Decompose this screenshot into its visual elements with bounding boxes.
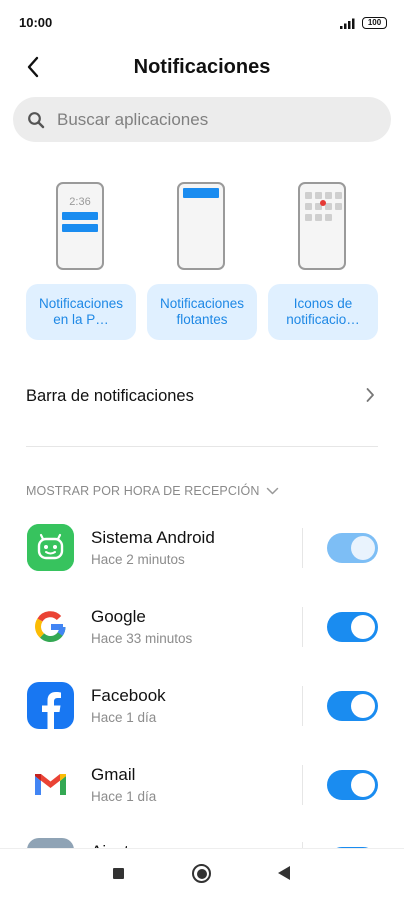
gmail-icon: [27, 761, 74, 808]
notification-bar-row[interactable]: Barra de notificaciones: [0, 372, 404, 420]
signal-icon: [340, 18, 355, 29]
preview-bar: [183, 188, 219, 198]
search-bar[interactable]: [13, 97, 391, 142]
separator: [302, 528, 303, 568]
grid-dot: [305, 214, 312, 221]
back-triangle-icon[interactable]: [278, 866, 290, 880]
search-input[interactable]: [57, 109, 357, 130]
grid-dot: [335, 192, 342, 199]
app-name: Facebook: [91, 686, 166, 705]
preview-bar: [62, 212, 98, 220]
app-time: Hace 33 minutos: [91, 631, 193, 646]
app-name: Sistema Android: [91, 528, 215, 547]
style-option-icons: Iconos de notificacio…: [268, 182, 378, 340]
sistema-android-toggle[interactable]: [327, 533, 378, 563]
floating-notifications-button[interactable]: Notificaciones flotantes: [147, 284, 257, 340]
separator: [302, 686, 303, 726]
lockscreen-notifications-button[interactable]: Notificaciones en la P…: [26, 284, 136, 340]
google-icon: [27, 603, 74, 650]
separator: [302, 765, 303, 805]
app-time: Hace 1 día: [91, 710, 157, 725]
icons-preview: [298, 182, 346, 270]
notification-icons-button[interactable]: Iconos de notificacio…: [268, 284, 378, 340]
search-icon: [27, 111, 45, 129]
separator: [302, 607, 303, 647]
app-row-sistema-android[interactable]: Sistema Android Hace 2 minutos: [0, 524, 404, 596]
recents-icon[interactable]: [113, 868, 124, 879]
page-title: Notificaciones: [133, 56, 271, 78]
grid-dot: [305, 192, 312, 199]
grid-dot: [315, 214, 322, 221]
toggle-knob: [351, 773, 375, 797]
style-option-floating: Notificaciones flotantes: [147, 182, 257, 340]
navigation-bar: [0, 848, 404, 897]
status-bar: 10:00 100: [0, 0, 404, 46]
gmail-toggle[interactable]: [327, 770, 378, 800]
battery-icon: 100: [362, 17, 387, 29]
grid-dot: [315, 192, 322, 199]
app-row-facebook[interactable]: Facebook Hace 1 día: [0, 682, 404, 754]
preview-time: 2:36: [69, 196, 91, 208]
app-row-google[interactable]: Google Hace 33 minutos: [0, 603, 404, 675]
android-icon: [27, 524, 74, 571]
preview-bar: [62, 224, 98, 232]
toggle-knob: [351, 694, 375, 718]
grid-dot: [325, 203, 332, 210]
grid-dot: [325, 214, 332, 221]
floating-preview: [177, 182, 225, 270]
chevron-down-icon: [266, 487, 278, 495]
app-name: Gmail: [91, 765, 136, 784]
google-toggle[interactable]: [327, 612, 378, 642]
status-time: 10:00: [19, 15, 53, 30]
lockscreen-preview: 2:36: [56, 182, 104, 270]
grid-dot: [335, 203, 342, 210]
divider: [26, 446, 378, 447]
badge-dot-icon: [320, 200, 326, 206]
notification-bar-label: Barra de notificaciones: [26, 386, 194, 405]
app-time: Hace 1 día: [91, 789, 157, 804]
facebook-icon: [27, 682, 74, 729]
sort-selector[interactable]: MOSTRAR POR HORA DE RECEPCIÓN: [26, 484, 279, 498]
app-row-gmail[interactable]: Gmail Hace 1 día: [0, 761, 404, 833]
toggle-knob: [351, 536, 375, 560]
sort-label: MOSTRAR POR HORA DE RECEPCIÓN: [26, 484, 260, 498]
chevron-right-icon: [366, 388, 374, 402]
home-icon[interactable]: [192, 864, 211, 883]
grid-dot: [305, 203, 312, 210]
style-option-lockscreen: 2:36 Notificaciones en la P…: [26, 182, 136, 340]
app-time: Hace 2 minutos: [91, 552, 185, 567]
grid-dot: [325, 192, 332, 199]
app-name: Google: [91, 607, 146, 626]
toggle-knob: [351, 615, 375, 639]
facebook-toggle[interactable]: [327, 691, 378, 721]
